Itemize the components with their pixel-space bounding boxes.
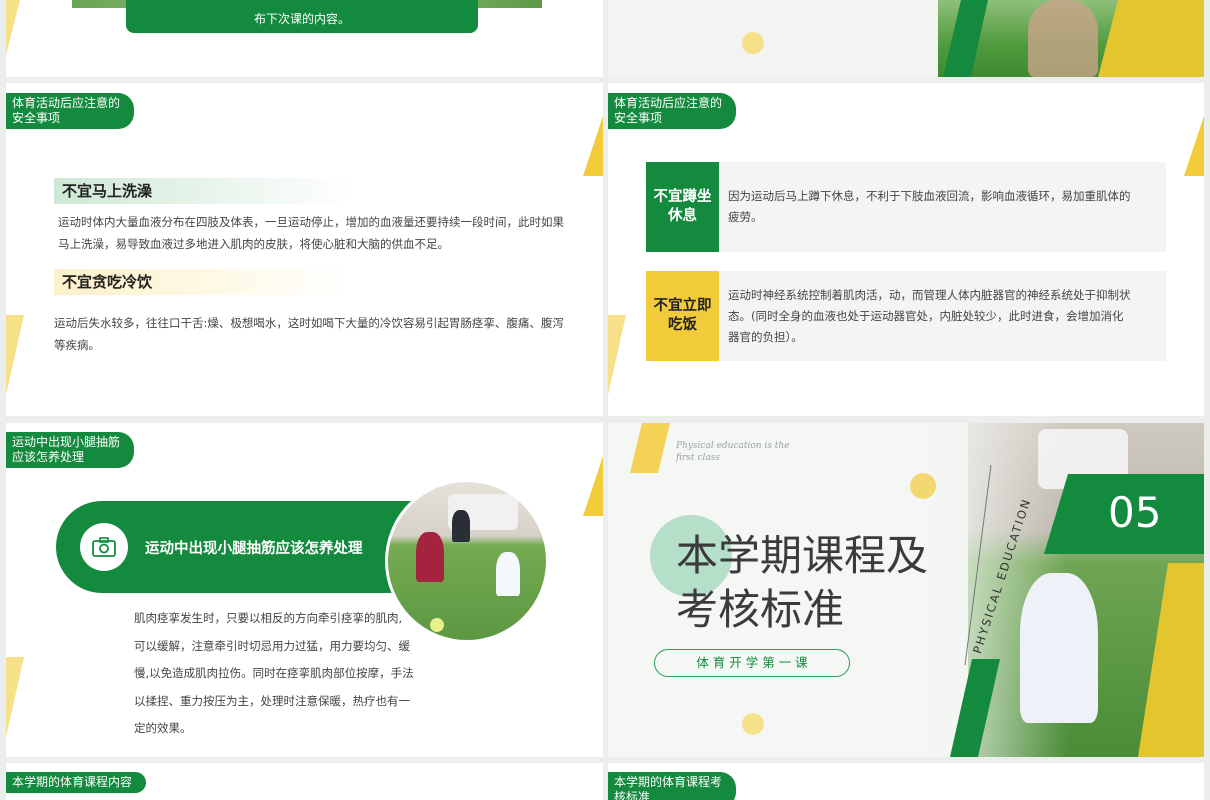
text-line: 定的效果。 xyxy=(134,721,192,735)
item-text: 运动时神经系统控制着肌肉活，动，而管理人体内脏器官的神经系统处于抑制状 态。(同… xyxy=(728,285,1160,348)
tag-line-2: 核标准 xyxy=(614,790,651,800)
small-line: Physical education is the xyxy=(676,441,790,451)
slide-tag: 体育活动后应注意的 安全事项 xyxy=(6,93,135,129)
text-line: 以揉捏、重力按压为主，处理时注意保暖，热疗也有一 xyxy=(134,693,410,708)
label-line: 休息 xyxy=(668,208,697,224)
slide-tag: 本学期的体育课程内容 xyxy=(6,772,147,793)
yellow-dot-bottom xyxy=(742,713,764,735)
number-box: 05 xyxy=(1044,474,1204,554)
tag-line-1: 本学期的体育课程内容 xyxy=(12,775,133,789)
tag-line-1: 体育活动后应注意的 xyxy=(12,96,121,110)
yellow-block-right xyxy=(1138,563,1204,757)
slide-top-right xyxy=(608,0,1204,77)
player-black xyxy=(452,510,470,542)
camera-icon xyxy=(80,523,128,571)
slide-bottom-left: 本学期的体育课程内容 xyxy=(6,763,603,800)
green-stripe xyxy=(950,659,1000,757)
player-figure xyxy=(1020,573,1098,723)
slide-safety-right: 体育活动后应注意的 安全事项 不宜蹲坐 休息 因为运动后马上蹲下休息，不利于下肢… xyxy=(608,83,1204,416)
section-text-cold: 运动后失水较多，往往口干舌:燥、极想喝水，这时如喝下大量的冷饮容易引起胃肠痉挛、… xyxy=(54,312,579,356)
slide-bottom-right: 本学期的体育课程考 核标准 xyxy=(608,763,1204,800)
text-line: 马上洗澡，易导致血液过多地进入肌肉的皮肤，将使心脏和大脑的供血不足。 xyxy=(58,237,449,251)
slide-tag: 运动中出现小腿抽筋 应该怎养处理 xyxy=(6,432,135,468)
small-english: Physical education is the first class xyxy=(676,440,790,464)
item-eat: 不宜立即 吃饭 运动时神经系统控制着肌肉活，动，而管理人体内脏器官的神经系统处于… xyxy=(646,271,1166,361)
text-line: 运动时体内大量血液分布在四肢及体表，一旦运动停止，增加的血液量还要持续一段时间，… xyxy=(58,215,564,229)
text-box: 布下次课的内容。 xyxy=(126,0,478,33)
text-line: 疲劳。 xyxy=(728,210,763,224)
tag-line-2: 应该怎养处理 xyxy=(12,450,85,464)
tag-line-1: 体育活动后应注意的 xyxy=(614,96,723,110)
small-line: first class xyxy=(676,453,720,463)
green-stripe xyxy=(943,0,988,77)
slide-tag: 体育活动后应注意的 安全事项 xyxy=(608,93,737,129)
title-line: 考核标准 xyxy=(676,585,845,634)
heading-text: 不宜马上洗澡 xyxy=(62,182,153,200)
section-number: 05 xyxy=(1108,488,1162,537)
banner-title: 运动中出现小腿抽筋应该怎养处理 xyxy=(145,541,363,557)
slide-cramp: 运动中出现小腿抽筋 应该怎养处理 运动中出现小腿抽筋应该怎养处理 肌肉痉挛发生时… xyxy=(6,423,603,757)
label-line: 吃饭 xyxy=(668,317,697,333)
tag-line-1: 运动中出现小腿抽筋 xyxy=(12,435,121,449)
section-heading-bath: 不宜马上洗澡 xyxy=(54,178,352,204)
item-label-box: 不宜蹲坐 休息 xyxy=(646,162,719,252)
yellow-dot xyxy=(742,32,764,54)
tag-line-2: 安全事项 xyxy=(614,111,663,125)
slide-section-05: Physical education is the first class 本学… xyxy=(608,423,1204,757)
yellow-accent-right xyxy=(583,116,603,176)
slide-top-left: 布下次课的内容。 xyxy=(6,0,603,77)
yellow-accent xyxy=(6,0,20,55)
item-label-box: 不宜立即 吃饭 xyxy=(646,271,719,361)
text-line: 等疾病。 xyxy=(54,338,100,352)
label-line: 不宜立即 xyxy=(653,298,712,314)
text-line: 慢,以免造成肌肉拉伤。同时在痉挛肌肉部位按摩，手法 xyxy=(134,666,414,680)
thin-line xyxy=(964,465,992,665)
text-line: 运动时神经系统控制着肌肉活，动，而管理人体内脏器官的神经系统处于抑制状 xyxy=(728,288,1131,302)
tag-line-2: 安全事项 xyxy=(12,111,61,125)
text-line: 可以缓解，注意牵引时切忌用力过猛，用力要均匀、缓 xyxy=(134,638,410,653)
box-text: 布下次课的内容。 xyxy=(253,12,350,26)
text-line: 态。(同时全身的血液也处于运动器官处，内脏处较少，此时进食，会增加消化 xyxy=(728,309,1124,323)
yellow-accent-left xyxy=(608,315,626,395)
label-line: 不宜蹲坐 xyxy=(653,189,712,205)
yellow-accent-left xyxy=(6,315,24,395)
yellow-accent-left xyxy=(6,657,24,737)
section-heading-cold: 不宜贪吃冷饮 xyxy=(54,269,352,295)
item-text: 因为运动后马上蹲下休息，不利于下肢血液回流，影响血液循环，易加重肌体的 疲劳。 xyxy=(728,186,1158,228)
player-red xyxy=(416,532,444,582)
slide-tag: 本学期的体育课程考 核标准 xyxy=(608,772,737,800)
text-line: 因为运动后马上蹲下休息，不利于下肢血液回流，影响血液循环，易加重肌体的 xyxy=(728,189,1131,203)
item-sit: 不宜蹲坐 休息 因为运动后马上蹲下休息，不利于下肢血液回流，影响血液循环，易加重… xyxy=(646,162,1166,252)
player-white xyxy=(496,552,520,596)
subtitle-pill: 体 育 开 学 第 一 课 xyxy=(654,649,850,677)
subtitle-text: 体 育 开 学 第 一 课 xyxy=(696,655,808,670)
tag-line-1: 本学期的体育课程考 xyxy=(614,775,723,789)
yellow-stripe-top xyxy=(630,423,670,473)
text-line: 器官的负担）。 xyxy=(728,330,803,344)
yellow-accent-right xyxy=(1184,116,1204,176)
yellow-accent-right xyxy=(583,456,603,516)
slide-safety-left: 体育活动后应注意的 安全事项 不宜马上洗澡 运动时体内大量血液分布在四肢及体表，… xyxy=(6,83,603,416)
body-text: 肌肉痉挛发生时，只要以相反的方向牵引痉挛的肌肉, 可以缓解，注意牵引时切忌用力过… xyxy=(134,605,424,743)
ball-icon xyxy=(430,618,444,632)
text-line: 肌肉痉挛发生时，只要以相反的方向牵引痉挛的肌肉, xyxy=(134,611,403,625)
heading-text: 不宜贪吃冷饮 xyxy=(62,273,153,291)
yellow-stripe xyxy=(1098,0,1204,77)
player-figure xyxy=(1028,0,1098,77)
title-line: 本学期课程及 xyxy=(676,531,929,580)
section-text-bath: 运动时体内大量血液分布在四肢及体表，一旦运动停止，增加的血液量还要持续一段时间，… xyxy=(58,211,578,255)
text-line: 运动后失水较多，往往口干舌:燥、极想喝水，这时如喝下大量的冷饮容易引起胃肠痉挛、… xyxy=(54,316,564,330)
section-title: 本学期课程及 考核标准 xyxy=(676,529,928,637)
yellow-dot-top xyxy=(910,473,936,499)
